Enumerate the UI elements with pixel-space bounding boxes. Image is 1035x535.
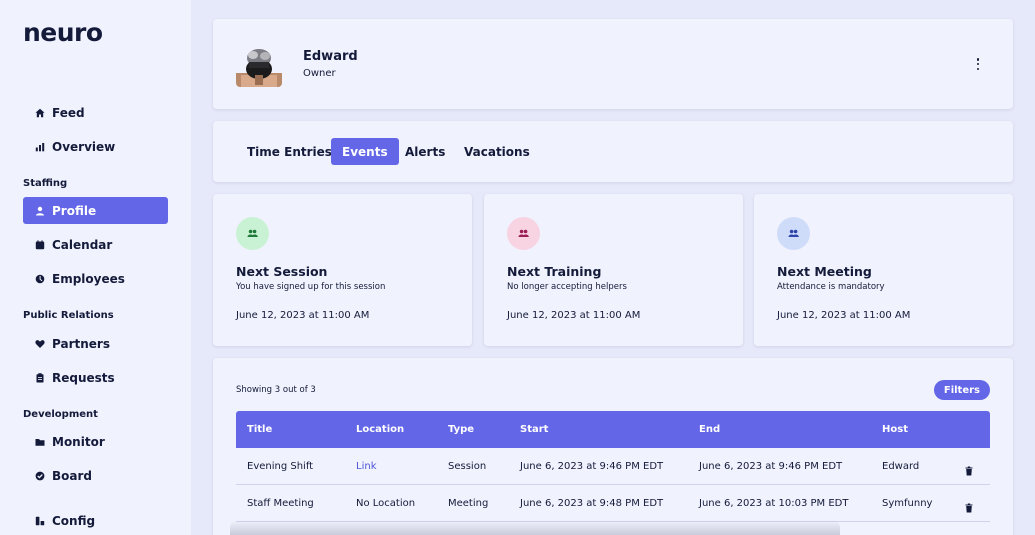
profile-role: Owner bbox=[303, 68, 336, 79]
home-icon bbox=[35, 108, 45, 118]
profile-name: Edward bbox=[303, 49, 358, 64]
results-count: Showing 3 out of 3 bbox=[236, 385, 316, 395]
cell-start: June 6, 2023 at 9:46 PM EDT bbox=[520, 461, 664, 472]
trash-icon[interactable] bbox=[964, 461, 974, 476]
event-card-title: Next Training bbox=[507, 264, 602, 279]
column-header-host[interactable]: Host bbox=[882, 411, 908, 448]
sidebar: neuro Feed Overview Staffing Profile Cal… bbox=[0, 0, 191, 535]
more-options-icon[interactable] bbox=[973, 56, 983, 72]
users-icon bbox=[777, 217, 810, 250]
cell-title: Staff Meeting bbox=[247, 498, 314, 509]
filters-button[interactable]: Filters bbox=[933, 380, 990, 400]
profile-card: Edward Owner bbox=[213, 19, 1013, 109]
sidebar-item-monitor[interactable]: Monitor bbox=[23, 428, 168, 455]
tab-events[interactable]: Events bbox=[331, 138, 399, 165]
column-header-type[interactable]: Type bbox=[448, 411, 474, 448]
calendar-icon bbox=[35, 239, 45, 250]
sidebar-item-overview[interactable]: Overview bbox=[23, 133, 168, 160]
events-table-card: Showing 3 out of 3 Filters Title Locatio… bbox=[213, 358, 1013, 535]
bottom-shadow bbox=[230, 520, 840, 535]
settings-icon bbox=[35, 516, 45, 526]
sidebar-item-label: Monitor bbox=[52, 434, 105, 449]
sidebar-item-label: Overview bbox=[52, 139, 116, 154]
users-icon bbox=[507, 217, 540, 250]
event-card-date: June 12, 2023 at 11:00 AM bbox=[507, 310, 641, 321]
tab-time-entries[interactable]: Time Entries bbox=[236, 138, 343, 165]
events-table: Title Location Type Start End Host Eveni… bbox=[236, 411, 990, 522]
event-card-next-meeting: Next Meeting Attendance is mandatory Jun… bbox=[754, 194, 1013, 346]
heart-icon bbox=[35, 339, 45, 349]
table-header: Title Location Type Start End Host bbox=[236, 411, 990, 448]
app-logo[interactable]: neuro bbox=[23, 18, 103, 47]
event-card-date: June 12, 2023 at 11:00 AM bbox=[777, 310, 911, 321]
sidebar-item-label: Requests bbox=[52, 370, 115, 385]
sidebar-item-board[interactable]: Board bbox=[23, 462, 168, 489]
event-card-next-session: Next Session You have signed up for this… bbox=[213, 194, 472, 346]
event-card-subtitle: No longer accepting helpers bbox=[507, 282, 627, 292]
sidebar-item-config[interactable]: Config bbox=[23, 507, 168, 534]
tab-alerts[interactable]: Alerts bbox=[394, 138, 456, 165]
event-card-date: June 12, 2023 at 11:00 AM bbox=[236, 310, 370, 321]
sidebar-item-label: Feed bbox=[52, 105, 85, 120]
clipboard-icon bbox=[35, 372, 45, 383]
tab-vacations[interactable]: Vacations bbox=[453, 138, 541, 165]
sidebar-item-calendar[interactable]: Calendar bbox=[23, 231, 168, 258]
column-header-location[interactable]: Location bbox=[356, 411, 404, 448]
sidebar-item-partners[interactable]: Partners bbox=[23, 330, 168, 357]
section-label-public-relations: Public Relations bbox=[23, 310, 114, 321]
trash-icon[interactable] bbox=[964, 498, 974, 513]
cell-host: Edward bbox=[882, 461, 920, 472]
sidebar-item-label: Partners bbox=[52, 336, 110, 351]
cell-title: Evening Shift bbox=[247, 461, 314, 472]
section-label-staffing: Staffing bbox=[23, 178, 68, 189]
column-header-title[interactable]: Title bbox=[247, 411, 272, 448]
cell-host: Symfunny bbox=[882, 498, 933, 509]
column-header-end[interactable]: End bbox=[699, 411, 720, 448]
cell-type: Meeting bbox=[448, 498, 489, 509]
sidebar-item-label: Config bbox=[52, 513, 96, 528]
event-card-subtitle: You have signed up for this session bbox=[236, 282, 386, 292]
event-card-next-training: Next Training No longer accepting helper… bbox=[484, 194, 743, 346]
cell-end: June 6, 2023 at 10:03 PM EDT bbox=[699, 498, 849, 509]
column-header-start[interactable]: Start bbox=[520, 411, 548, 448]
sidebar-item-label: Employees bbox=[52, 271, 125, 286]
cell-end: June 6, 2023 at 9:46 PM EDT bbox=[699, 461, 843, 472]
table-row[interactable]: Evening Shift Link Session June 6, 2023 … bbox=[236, 448, 990, 485]
event-card-title: Next Session bbox=[236, 264, 328, 279]
table-row[interactable]: Staff Meeting No Location Meeting June 6… bbox=[236, 485, 990, 522]
bar-chart-icon bbox=[35, 142, 45, 152]
sidebar-item-label: Profile bbox=[52, 203, 97, 218]
sidebar-item-feed[interactable]: Feed bbox=[23, 99, 168, 126]
cell-start: June 6, 2023 at 9:48 PM EDT bbox=[520, 498, 664, 509]
sidebar-item-label: Calendar bbox=[52, 237, 113, 252]
sidebar-item-label: Board bbox=[52, 468, 92, 483]
users-icon bbox=[236, 217, 269, 250]
event-card-subtitle: Attendance is mandatory bbox=[777, 282, 885, 292]
avatar[interactable] bbox=[236, 45, 282, 87]
tabs-card: Time Entries Events Alerts Vacations bbox=[213, 121, 1013, 182]
cell-type: Session bbox=[448, 461, 487, 472]
sidebar-item-requests[interactable]: Requests bbox=[23, 364, 168, 391]
clock-icon bbox=[35, 274, 45, 284]
check-circle-icon bbox=[35, 471, 45, 481]
section-label-development: Development bbox=[23, 409, 98, 420]
sidebar-item-employees[interactable]: Employees bbox=[23, 265, 168, 292]
cell-location: No Location bbox=[356, 498, 416, 509]
sidebar-item-profile[interactable]: Profile bbox=[23, 197, 168, 224]
cell-location-link[interactable]: Link bbox=[356, 448, 376, 485]
folder-icon bbox=[35, 437, 45, 447]
user-icon bbox=[35, 206, 45, 216]
event-card-title: Next Meeting bbox=[777, 264, 872, 279]
